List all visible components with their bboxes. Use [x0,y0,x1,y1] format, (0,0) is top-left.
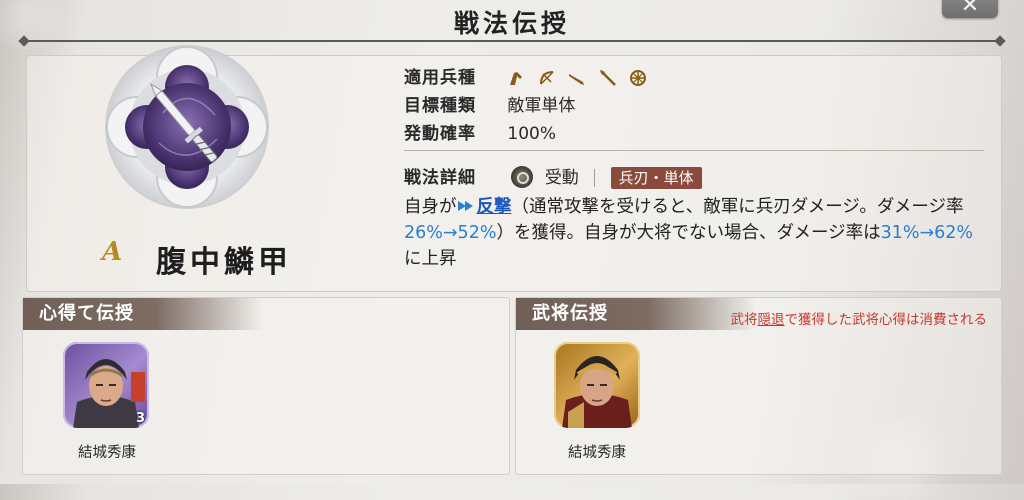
panel-header: 武将伝授 [516,298,756,330]
damage-rate-1: 26%→52% [404,223,497,243]
general-portrait[interactable]: 3 [63,342,149,428]
counter-link[interactable]: 反撃 [477,197,512,217]
general-portrait[interactable] [554,342,640,428]
wheel-icon [630,70,647,86]
detail-row: 戦法詳細 受動 兵刃・単体 [404,165,702,191]
desc-text: （通常攻撃を受けると、敵軍に兵刃ダメージ。ダメージ率 [511,197,964,217]
gun-icon [569,74,585,85]
general-panel: 武将伝授 武将隠退で獲得した武将心得は消費される 結城秀康 [515,297,1002,475]
learn-panel: 心得て伝授 3 結城秀康 [22,297,510,475]
bow-icon [539,71,554,85]
title-divider [26,40,998,42]
info-label: 目標種類 [404,96,476,116]
unit-type-icons [507,66,654,90]
passive-icon [511,166,534,188]
skill-name: 腹中鱗甲 [156,245,292,280]
general-name: 結城秀康 [568,445,626,461]
cavalry-icon [510,72,523,85]
page-title: 戦法伝授 [453,9,570,38]
skill-rank: A [102,237,123,267]
damage-rate-2: 31%→62% [880,223,974,243]
skill-kind: 受動 [544,168,579,188]
panel-header: 心得て伝授 [23,298,263,330]
info-row-target: 目標種類 敵軍単体 [404,94,575,118]
skill-description: 自身が 反撃（通常攻撃を受けると、敵軍に兵刃ダメージ。ダメージ率 26%→52%）を… [404,194,974,272]
desc-text: に上昇 [404,249,457,269]
counter-icon [457,201,473,211]
dagger-emblem-icon [105,45,269,209]
info-divider [404,150,984,151]
desc-text: 自身が [404,197,457,217]
spear-icon [599,70,616,86]
type-badge: 兵刃・単体 [610,167,702,189]
header: 戦法伝授 ✕ [0,0,1024,42]
close-button[interactable]: ✕ [942,0,998,18]
info-label: 適用兵種 [404,68,476,88]
general-name: 結城秀康 [78,445,136,461]
retire-link[interactable]: 隠退 [758,312,785,328]
count-badge: 3 [135,411,145,426]
note-text: で獲得した武将心得は消費される [784,312,988,328]
info-label: 発動確率 [404,124,476,144]
info-row-unit-types: 適用兵種 [404,66,654,90]
info-value: 敵軍単体 [507,96,576,116]
info-value: 100% [507,124,557,144]
note-text: 武将 [730,312,758,328]
seal-icon [131,372,145,402]
general-face-icon [562,356,632,428]
separator [594,169,596,187]
detail-label: 戦法詳細 [404,168,476,188]
desc-text: ）を獲得。自身が大将でない場合、ダメージ率は [496,223,881,243]
retire-note: 武将隠退で獲得した武将心得は消費される [731,308,988,328]
info-row-probability: 発動確率 100% [404,122,556,146]
